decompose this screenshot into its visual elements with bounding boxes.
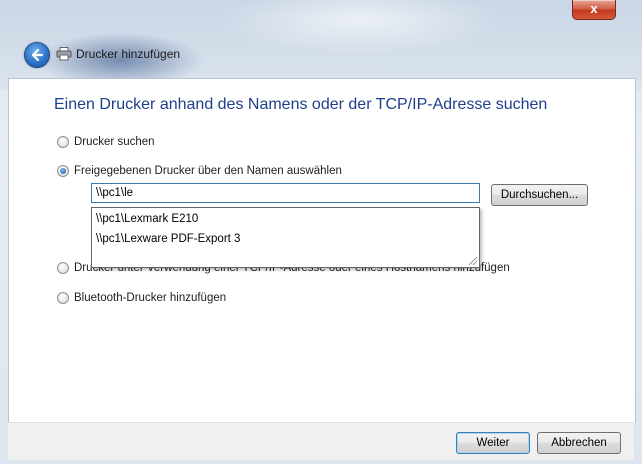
radio-tcpip-printer[interactable]: [57, 262, 69, 274]
radio-search-printer[interactable]: [57, 136, 69, 148]
autocomplete-dropdown: \\pc1\Lexmark E210 \\pc1\Lexware PDF-Exp…: [91, 207, 480, 268]
option-shared-printer[interactable]: Freigegebenen Drucker über den Namen aus…: [57, 165, 342, 177]
option-label: Freigegebenen Drucker über den Namen aus…: [74, 165, 342, 177]
close-button[interactable]: x: [572, 0, 616, 20]
radio-bluetooth-printer[interactable]: [57, 292, 69, 304]
close-icon: x: [590, 1, 598, 16]
back-button[interactable]: [24, 42, 50, 68]
window-title: Drucker hinzufügen: [76, 47, 181, 61]
radio-shared-printer[interactable]: [57, 165, 69, 177]
printer-name-input[interactable]: [91, 183, 480, 203]
suggestion-item[interactable]: \\pc1\Lexmark E210: [96, 213, 198, 225]
option-label: Drucker suchen: [74, 136, 155, 148]
suggestion-item[interactable]: \\pc1\Lexware PDF-Export 3: [96, 233, 240, 245]
page-heading: Einen Drucker anhand des Namens oder der…: [54, 96, 548, 113]
printer-icon: [56, 47, 72, 61]
back-arrow-icon: [31, 48, 44, 62]
resize-grip-icon[interactable]: [469, 257, 477, 265]
next-button[interactable]: Weiter: [456, 432, 530, 454]
cancel-button[interactable]: Abbrechen: [537, 432, 621, 454]
browse-button[interactable]: Durchsuchen...: [491, 184, 588, 206]
option-bluetooth-printer[interactable]: Bluetooth-Drucker hinzufügen: [57, 292, 226, 304]
option-label: Bluetooth-Drucker hinzufügen: [74, 292, 227, 304]
option-search-printer[interactable]: Drucker suchen: [57, 136, 155, 148]
